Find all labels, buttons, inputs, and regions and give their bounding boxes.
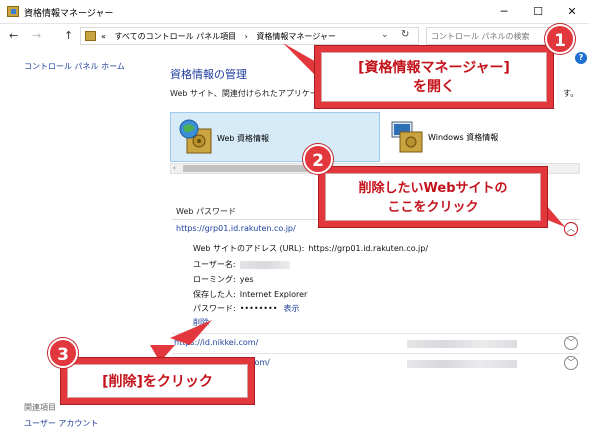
show-password-link[interactable]: 表示	[283, 304, 299, 313]
chevron-down-icon[interactable]: ⌄	[381, 30, 389, 40]
refresh-icon[interactable]: ↻	[401, 29, 409, 40]
address-label: Web サイトのアドレス (URL):	[193, 244, 305, 253]
callout-2: 削除したいWebサイトの ここをクリック	[318, 166, 548, 228]
maximize-button[interactable]: ☐	[521, 0, 555, 24]
up-button[interactable]: ↑	[64, 29, 73, 42]
control-panel-icon	[85, 31, 96, 41]
breadcrumb-all-items[interactable]: すべてのコントロール パネル項目	[114, 32, 236, 41]
address-value: https://grp01.id.rakuten.co.jp/	[308, 244, 429, 253]
callout-1-line1: [資格情報マネージャー]	[358, 60, 510, 76]
scroll-left-icon[interactable]: ‹	[173, 164, 176, 172]
tab-web-label: Web 資格情報	[217, 134, 269, 143]
credential-manager-icon	[7, 6, 19, 17]
tab-windows-credentials[interactable]: Windows 資格情報	[382, 112, 580, 162]
username-redacted	[407, 360, 517, 368]
detail-roaming: ローミング: yes	[193, 274, 254, 285]
password-value: ••••••••	[239, 304, 278, 313]
chevron-up-icon[interactable]: ︿	[564, 222, 578, 236]
breadcrumb-overflow[interactable]: «	[101, 32, 106, 41]
detail-password: パスワード: •••••••• 表示	[193, 303, 299, 314]
forward-button[interactable]: →	[32, 29, 41, 42]
windows-vault-icon	[391, 121, 423, 153]
saved-by-label: 保存した人:	[193, 290, 236, 299]
callout-2-line1: 削除したいWebサイトの	[358, 181, 508, 196]
address-bar[interactable]: « すべてのコントロール パネル項目 › 資格情報マネージャー ⌄ ↻	[80, 27, 419, 45]
chevron-down-icon[interactable]: ﹀	[564, 356, 578, 370]
callout-1: [資格情報マネージャー] を開く	[314, 45, 554, 109]
page-description-tail: す。	[563, 89, 579, 98]
username-redacted	[239, 260, 290, 269]
chevron-down-icon[interactable]: ﹀	[564, 336, 578, 350]
step-3-badge: 3	[48, 338, 78, 368]
step-2-badge: 2	[303, 144, 333, 174]
tab-windows-label: Windows 資格情報	[428, 133, 499, 142]
credential-url[interactable]: https://id.nikkei.com/	[174, 338, 258, 347]
related-heading: 関連項目	[24, 403, 56, 412]
credential-row[interactable]: https://id.nikkei.com/ ﹀	[172, 333, 580, 353]
credential-type-tabs: Web 資格情報 Windows 資格情報	[170, 112, 580, 162]
callout-3: [削除]をクリック	[60, 357, 255, 405]
breadcrumb-current[interactable]: 資格情報マネージャー	[256, 32, 335, 41]
saved-by-value: Internet Explorer	[239, 290, 308, 299]
delete-link[interactable]: 削除	[193, 317, 209, 328]
search-input[interactable]	[427, 28, 543, 44]
web-vault-icon	[179, 119, 212, 154]
page-description: Web サイト、関連付けられたアプリケーシ	[170, 89, 326, 98]
page-title: 資格情報の管理	[170, 68, 247, 81]
password-label: パスワード:	[193, 304, 236, 313]
username-redacted	[407, 340, 517, 348]
roaming-label: ローミング:	[193, 275, 236, 284]
detail-saved-by: 保存した人: Internet Explorer	[193, 289, 307, 300]
username-label: ユーザー名:	[193, 260, 236, 269]
window-title: 資格情報マネージャー	[24, 9, 114, 19]
title-bar: 資格情報マネージャー ─ ☐ ✕	[0, 0, 589, 24]
help-icon[interactable]: ?	[575, 52, 587, 64]
user-accounts-link[interactable]: ユーザー アカウント	[24, 418, 98, 429]
back-button[interactable]: ←	[9, 29, 18, 42]
close-button[interactable]: ✕	[555, 0, 589, 24]
detail-username: ユーザー名:	[193, 259, 290, 270]
step-1-badge: 1	[545, 24, 575, 54]
breadcrumb-separator[interactable]: ›	[245, 32, 248, 41]
roaming-value: yes	[239, 275, 254, 284]
breadcrumb: « すべてのコントロール パネル項目 › 資格情報マネージャー	[101, 31, 342, 42]
callout-1-line2: を開く	[413, 79, 455, 95]
credential-url[interactable]: https://grp01.id.rakuten.co.jp/	[176, 224, 296, 233]
callout-3-text: [削除]をクリック	[67, 364, 248, 398]
control-panel-home-link[interactable]: コントロール パネル ホーム	[24, 61, 125, 72]
callout-2-line2: ここをクリック	[387, 200, 479, 215]
search-box[interactable]: ⌕	[426, 27, 562, 45]
tab-web-credentials[interactable]: Web 資格情報	[170, 112, 380, 162]
minimize-button[interactable]: ─	[487, 0, 521, 24]
detail-address: Web サイトのアドレス (URL): https://grp01.id.raku…	[193, 243, 428, 254]
web-passwords-heading: Web パスワード	[176, 207, 236, 216]
